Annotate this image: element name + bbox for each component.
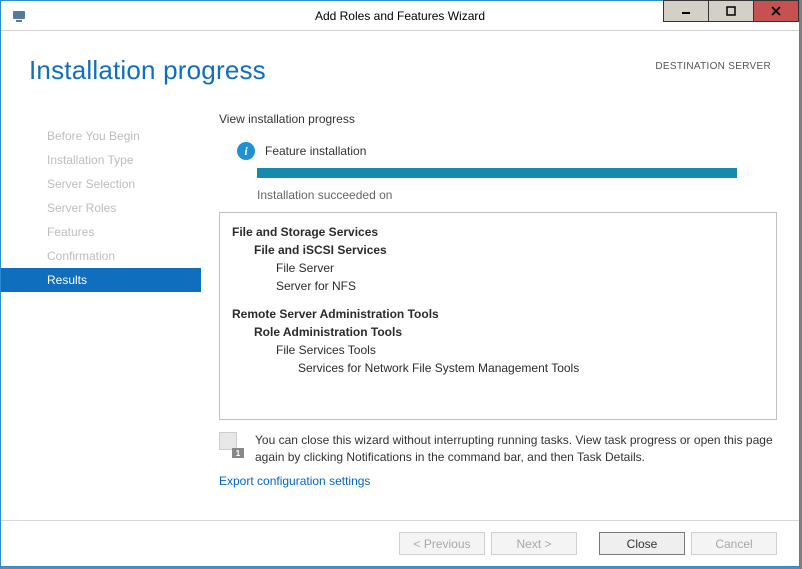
close-wizard-button[interactable]: Close xyxy=(599,532,685,555)
export-configuration-link[interactable]: Export configuration settings xyxy=(219,474,777,488)
close-button[interactable] xyxy=(753,0,799,22)
wizard-window: Add Roles and Features Wizard Installati… xyxy=(0,0,800,567)
installed-features-list[interactable]: File and Storage Services File and iSCSI… xyxy=(219,212,777,420)
tree-item: File and Storage Services xyxy=(232,223,764,241)
sidebar-item-results[interactable]: Results xyxy=(1,268,201,292)
sidebar-item-server-selection: Server Selection xyxy=(1,172,201,196)
sidebar-item-features: Features xyxy=(1,220,201,244)
previous-button: < Previous xyxy=(399,532,485,555)
tree-item: File and iSCSI Services xyxy=(232,241,764,259)
info-icon: i xyxy=(237,142,255,160)
header: Installation progress DESTINATION SERVER xyxy=(1,31,799,96)
main-panel: View installation progress i Feature ins… xyxy=(201,96,799,511)
feature-installation-label: Feature installation xyxy=(265,144,366,158)
app-icon xyxy=(9,6,29,26)
sidebar-item-server-roles: Server Roles xyxy=(1,196,201,220)
cancel-button: Cancel xyxy=(691,532,777,555)
status-text: Installation succeeded on xyxy=(219,188,777,202)
note-row: 1 You can close this wizard without inte… xyxy=(219,432,777,474)
next-button: Next > xyxy=(491,532,577,555)
tree-item: Remote Server Administration Tools xyxy=(232,305,764,323)
tree-item: File Services Tools xyxy=(232,341,764,359)
view-progress-label: View installation progress xyxy=(219,112,777,126)
tree-item: Server for NFS xyxy=(232,277,764,295)
wizard-steps-sidebar: Before You Begin Installation Type Serve… xyxy=(1,96,201,511)
info-row: i Feature installation xyxy=(219,142,777,160)
body: Before You Begin Installation Type Serve… xyxy=(1,96,799,511)
sidebar-item-before-you-begin: Before You Begin xyxy=(1,124,201,148)
note-text: You can close this wizard without interr… xyxy=(255,432,777,466)
window-controls xyxy=(664,0,799,22)
tree-item: Role Administration Tools xyxy=(232,323,764,341)
sidebar-item-confirmation: Confirmation xyxy=(1,244,201,268)
tree-item: Services for Network File System Managem… xyxy=(232,359,764,377)
titlebar: Add Roles and Features Wizard xyxy=(1,1,799,31)
notification-flag-icon: 1 xyxy=(219,432,247,458)
tree-item: File Server xyxy=(232,259,764,277)
footer-buttons: < Previous Next > Close Cancel xyxy=(1,520,799,566)
destination-server-label: DESTINATION SERVER xyxy=(655,61,771,72)
maximize-button[interactable] xyxy=(708,0,754,22)
content-area: Installation progress DESTINATION SERVER… xyxy=(1,31,799,566)
sidebar-item-installation-type: Installation Type xyxy=(1,148,201,172)
progress-bar xyxy=(257,168,737,178)
minimize-button[interactable] xyxy=(663,0,709,22)
